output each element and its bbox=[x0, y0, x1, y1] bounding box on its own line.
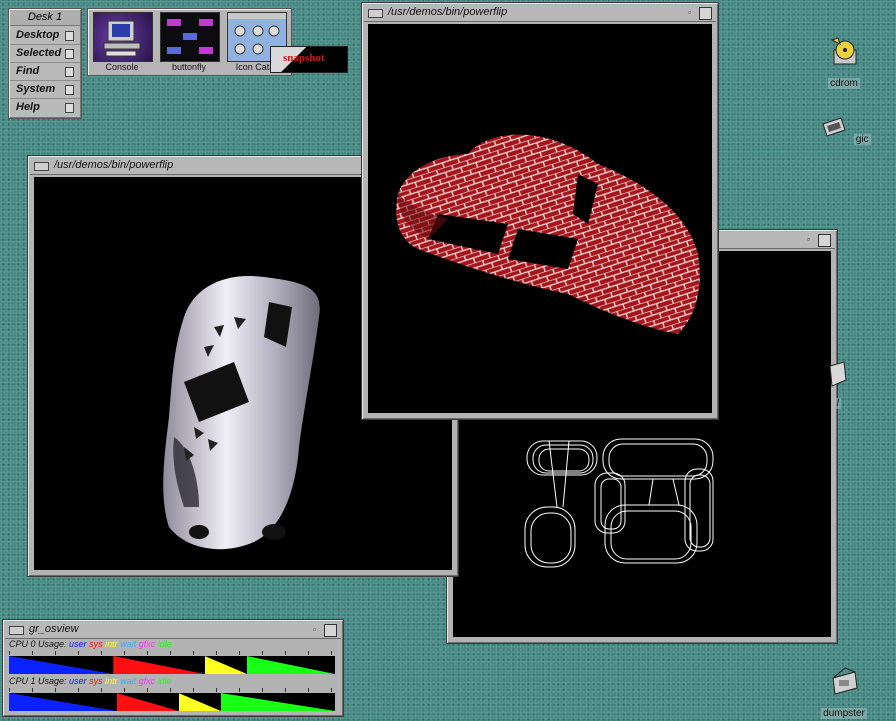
toolchest-item-selected[interactable]: Selected bbox=[10, 45, 80, 63]
window-gr-osview[interactable]: gr_osview ▫ CPU 0 Usage: user sys intr w… bbox=[2, 619, 344, 717]
window-menu-icon[interactable] bbox=[9, 626, 24, 635]
window-titlebar[interactable]: /usr/demos/bin/powerflip ▫ bbox=[364, 5, 716, 22]
legend-idle: idle bbox=[157, 639, 172, 649]
buttonfly-icon bbox=[160, 12, 220, 62]
legend-gfxc: gfxc bbox=[138, 639, 156, 649]
cpu1-segment-idle bbox=[220, 693, 335, 711]
legend-wait: wait bbox=[120, 676, 137, 686]
toolchest-item-label: Find bbox=[16, 65, 40, 77]
osview-body: CPU 0 Usage: user sys intr wait gfxc idl… bbox=[7, 639, 339, 713]
folder-icon bbox=[829, 361, 847, 387]
desktop-icon-root[interactable]: / bbox=[826, 360, 850, 411]
launch-label: Console bbox=[105, 62, 139, 72]
cpu1-legend: CPU 1 Usage: user sys intr wait gfxc idl… bbox=[9, 676, 172, 686]
cpu0-row: CPU 0 Usage: user sys intr wait gfxc idl… bbox=[7, 639, 339, 675]
buttonfly-icon bbox=[167, 19, 213, 54]
brick-textured-car-render bbox=[396, 134, 700, 334]
window-menu-icon[interactable] bbox=[368, 9, 383, 18]
brick-car-render bbox=[368, 24, 712, 413]
console-computer-icon bbox=[93, 12, 153, 62]
cdrom-icon bbox=[830, 37, 857, 65]
cpu1-scale bbox=[9, 688, 335, 692]
cpu1-segment-sys bbox=[116, 693, 179, 711]
desktop-icon-label: cdrom bbox=[828, 78, 860, 89]
launch-panel: Console buttonfly Icon Catal bbox=[87, 8, 292, 76]
toolchest-item-find[interactable]: Find bbox=[10, 63, 80, 81]
minimize-icon[interactable]: ▫ bbox=[685, 8, 694, 17]
cpu1-label: CPU 1 Usage: bbox=[9, 676, 67, 686]
submenu-icon bbox=[65, 85, 74, 95]
legend-sys: sys bbox=[89, 676, 103, 686]
maximize-icon[interactable] bbox=[699, 7, 712, 20]
launch-buttonfly[interactable]: buttonfly bbox=[157, 11, 221, 73]
window-menu-icon[interactable] bbox=[34, 162, 49, 171]
window-title: gr_osview bbox=[29, 623, 79, 635]
launch-label: buttonfly bbox=[171, 62, 207, 72]
legend-sys: sys bbox=[89, 639, 103, 649]
dumpster-icon bbox=[832, 667, 858, 695]
toolchest-item-label: Help bbox=[16, 101, 40, 113]
toolchest-item-help[interactable]: Help bbox=[10, 99, 80, 116]
submenu-icon bbox=[65, 67, 74, 77]
submenu-icon bbox=[65, 49, 74, 59]
legend-wait: wait bbox=[120, 639, 137, 649]
window-title: /usr/demos/bin/powerflip bbox=[54, 159, 174, 171]
legend-intr: intr bbox=[105, 639, 118, 649]
window-titlebar[interactable]: gr_osview ▫ bbox=[5, 622, 341, 639]
snapshot-tool[interactable]: snapshot bbox=[270, 46, 348, 73]
maximize-icon[interactable] bbox=[324, 624, 337, 637]
console-computer-icon bbox=[103, 20, 141, 57]
cpu0-segment-user bbox=[9, 656, 114, 674]
desktop-icon-dumpster[interactable]: dumpster bbox=[814, 664, 874, 721]
cpu0-usage-bar bbox=[9, 656, 335, 674]
cpu1-segment-intr bbox=[178, 693, 221, 711]
cpu1-usage-bar bbox=[9, 693, 335, 711]
cpu1-segment-user bbox=[9, 693, 117, 711]
minimize-icon[interactable]: ▫ bbox=[804, 235, 813, 244]
device-icon bbox=[822, 117, 847, 137]
window-title: /usr/demos/bin/powerflip bbox=[388, 6, 508, 18]
submenu-icon bbox=[65, 31, 74, 41]
minimize-icon[interactable]: ▫ bbox=[310, 625, 319, 634]
cpu0-label: CPU 0 Usage: bbox=[9, 639, 67, 649]
toolchest-menu: Desk 1 Desktop Selected Find System Help bbox=[8, 8, 82, 119]
launch-console[interactable]: Console bbox=[90, 11, 154, 73]
legend-gfxc: gfxc bbox=[138, 676, 156, 686]
legend-intr: intr bbox=[105, 676, 118, 686]
cpu0-segment-intr bbox=[204, 656, 247, 674]
snapshot-label: snapshot bbox=[283, 52, 325, 64]
desktop-icon-label: / bbox=[834, 398, 842, 409]
maximize-icon[interactable] bbox=[818, 234, 831, 247]
toolchest-item-label: System bbox=[16, 83, 56, 95]
toolchest-item-label: Selected bbox=[16, 47, 62, 59]
window-powerflip-top[interactable]: /usr/demos/bin/powerflip ▫ bbox=[361, 2, 719, 420]
legend-user: user bbox=[69, 639, 87, 649]
toolchest-item-desktop[interactable]: Desktop bbox=[10, 27, 80, 45]
cpu0-segment-idle bbox=[246, 656, 335, 674]
cpu0-legend: CPU 0 Usage: user sys intr wait gfxc idl… bbox=[9, 639, 172, 649]
cpu0-segment-sys bbox=[113, 656, 205, 674]
toolchest-title[interactable]: Desk 1 bbox=[10, 10, 80, 26]
toolchest-item-system[interactable]: System bbox=[10, 81, 80, 99]
legend-idle: idle bbox=[157, 676, 172, 686]
toolchest-item-label: Desktop bbox=[16, 29, 60, 41]
desktop-icon-label: dumpster bbox=[821, 708, 867, 719]
cpu1-row: CPU 1 Usage: user sys intr wait gfxc idl… bbox=[7, 676, 339, 712]
cpu0-scale bbox=[9, 651, 335, 655]
legend-user: user bbox=[69, 676, 87, 686]
desktop-icon-cdrom[interactable]: cdrom bbox=[814, 36, 874, 91]
desktop-icon-label: gic bbox=[853, 134, 871, 145]
submenu-icon bbox=[65, 103, 74, 113]
desktop-icon-gic[interactable]: gic bbox=[814, 114, 874, 147]
